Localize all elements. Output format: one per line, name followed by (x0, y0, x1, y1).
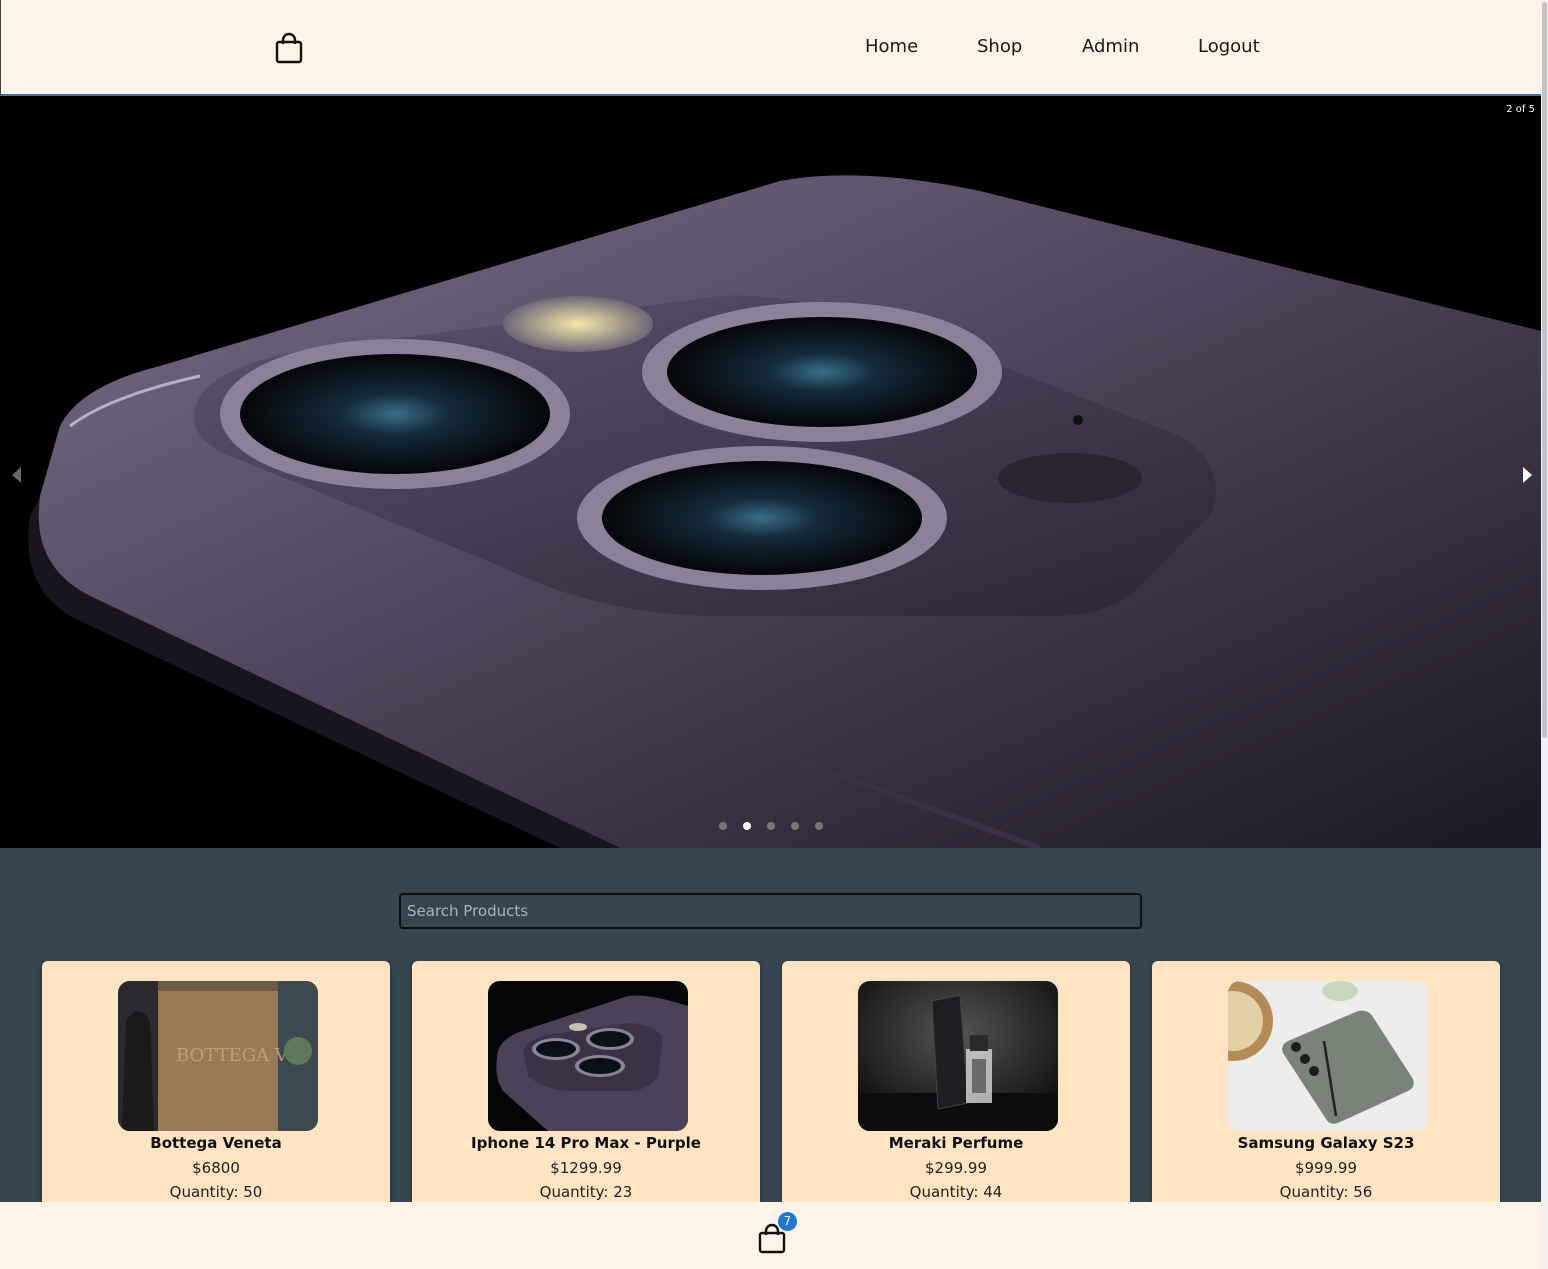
product-card[interactable]: Iphone 14 Pro Max - Purple $1299.99 Quan… (412, 961, 760, 1221)
product-price: $6800 (192, 1159, 240, 1177)
svg-text:BOTTEGA V: BOTTEGA V (176, 1045, 289, 1066)
arrow-left-icon[interactable] (12, 467, 21, 483)
product-quantity: Quantity: 56 (1279, 1183, 1373, 1201)
shopping-bag-icon[interactable] (273, 32, 305, 64)
product-image-iphone (488, 981, 688, 1131)
product-quantity: Quantity: 50 (169, 1183, 263, 1201)
product-name: Iphone 14 Pro Max - Purple (471, 1134, 701, 1152)
product-image-samsung (1228, 981, 1428, 1131)
nav-shop-link[interactable]: Shop (977, 36, 1022, 57)
product-image-bottega: BOTTEGA V (118, 981, 318, 1131)
page: Home Shop Admin Logout 2 of 5 Search Pro… (0, 0, 1548, 1269)
carousel-dots (719, 822, 823, 830)
product-quantity: Quantity: 23 (539, 1183, 633, 1201)
product-name: Bottega Veneta (150, 1134, 282, 1152)
product-card[interactable]: Samsung Galaxy S23 $999.99 Quantity: 56 (1152, 961, 1500, 1221)
product-price: $1299.99 (550, 1159, 622, 1177)
product-name: Meraki Perfume (888, 1134, 1024, 1152)
product-card[interactable]: Meraki Perfume $299.99 Quantity: 44 (782, 961, 1130, 1221)
cart-bar: 7 (0, 1202, 1541, 1269)
carousel-dot-1[interactable] (719, 822, 727, 830)
carousel-slide-image (28, 175, 1541, 848)
carousel-dot-3[interactable] (767, 822, 775, 830)
arrow-right-icon[interactable] (1523, 467, 1532, 483)
slide-counter: 2 of 5 (1506, 104, 1535, 115)
product-image-perfume (858, 981, 1058, 1131)
nav-admin-link[interactable]: Admin (1082, 36, 1139, 57)
page-scrollbar[interactable] (1541, 0, 1548, 1269)
nav-logout-link[interactable]: Logout (1198, 36, 1260, 57)
nav-home-link[interactable]: Home (865, 36, 918, 57)
scrollbar-thumb[interactable] (1542, 2, 1547, 738)
hero-carousel[interactable]: 2 of 5 (0, 96, 1541, 848)
product-quantity: Quantity: 44 (909, 1183, 1003, 1201)
product-name: Samsung Galaxy S23 (1237, 1134, 1415, 1152)
top-navbar: Home Shop Admin Logout (0, 0, 1542, 96)
carousel-dot-4[interactable] (791, 822, 799, 830)
product-price: $299.99 (924, 1159, 988, 1177)
carousel-dot-5[interactable] (815, 822, 823, 830)
product-price: $999.99 (1294, 1159, 1358, 1177)
search-input[interactable] (399, 893, 1142, 929)
cart-count-badge: 7 (778, 1212, 797, 1231)
carousel-dot-2[interactable] (743, 822, 751, 830)
product-card[interactable]: BOTTEGA V Bottega Veneta $6800 Quantity:… (42, 961, 390, 1221)
